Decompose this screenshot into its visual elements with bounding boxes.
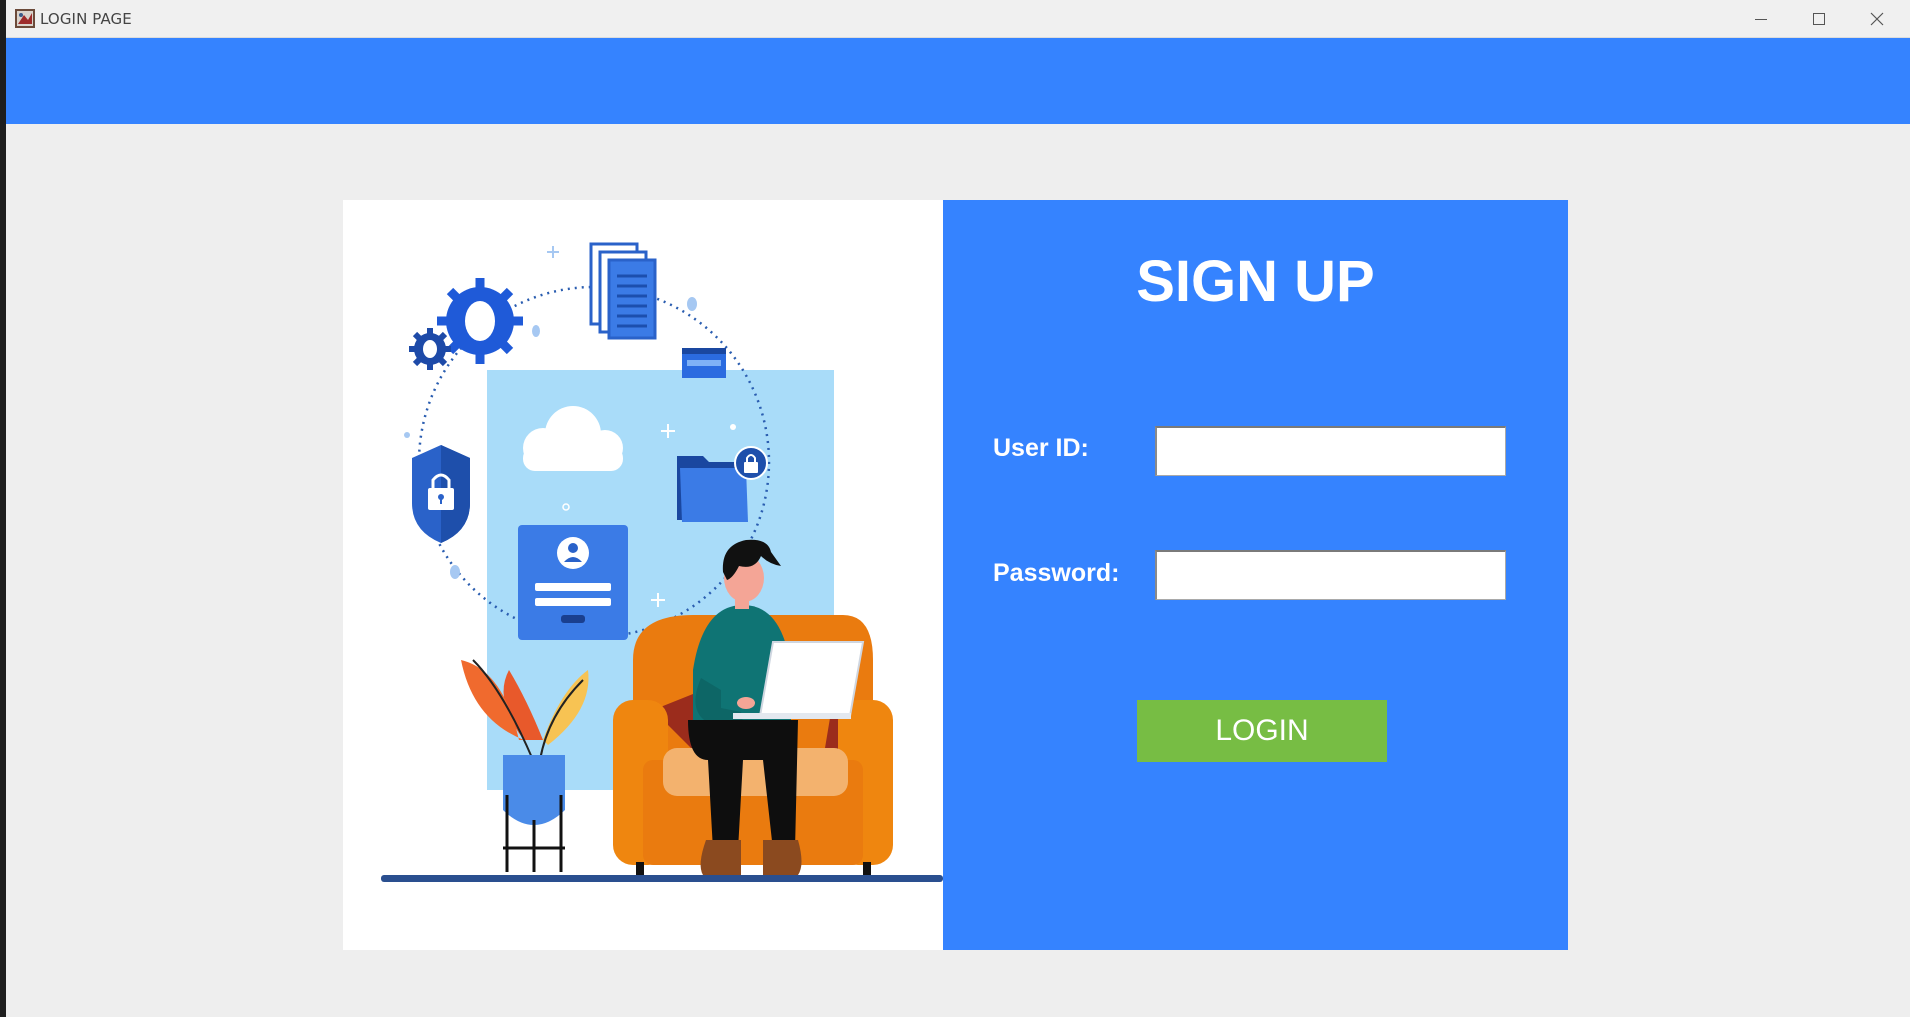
close-button[interactable] (1848, 0, 1906, 37)
illustration-panel (343, 200, 943, 950)
window-title: LOGIN PAGE (40, 10, 132, 28)
small-gear-icon (409, 328, 451, 370)
app-window: LOGIN PAGE SIGN UP User ID: Password: LO… (6, 0, 1910, 1017)
password-label: Password: (993, 559, 1120, 587)
form-title: SIGN UP (1136, 249, 1375, 314)
java-app-icon (15, 9, 35, 28)
minimize-button[interactable] (1732, 0, 1790, 37)
header-banner (6, 38, 1910, 124)
user-id-label: User ID: (993, 434, 1089, 462)
floor-line (381, 875, 943, 882)
maximize-icon (1813, 12, 1825, 25)
shield-lock-icon (412, 445, 470, 543)
documents-icon (589, 242, 657, 340)
login-illustration (381, 242, 943, 882)
close-icon (1870, 12, 1884, 25)
login-button[interactable]: LOGIN (1137, 700, 1387, 762)
signup-form-panel: SIGN UP User ID: Password: LOGIN (943, 200, 1568, 950)
login-card-icon (518, 525, 628, 640)
minimize-icon (1755, 18, 1767, 20)
maximize-button[interactable] (1790, 0, 1848, 37)
browser-window-icon (682, 348, 726, 378)
password-input[interactable] (1155, 550, 1506, 600)
title-bar[interactable]: LOGIN PAGE (6, 0, 1910, 38)
user-id-input[interactable] (1155, 426, 1506, 476)
